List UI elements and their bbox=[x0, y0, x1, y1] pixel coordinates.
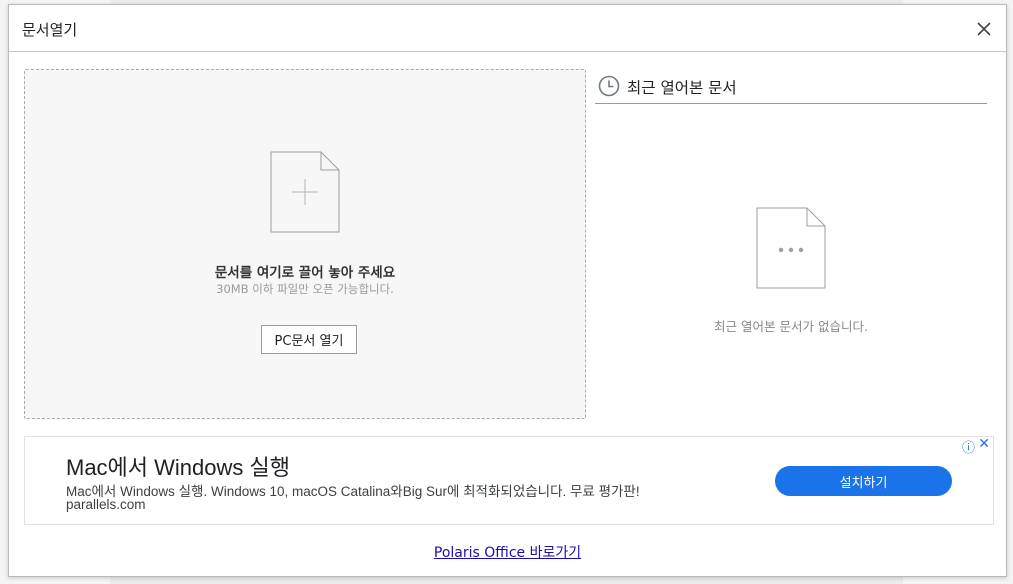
ad-description: Mac에서 Windows 실행. Windows 10, macOS Cata… bbox=[66, 484, 640, 499]
drop-zone-title: 문서를 여기로 끌어 놓아 주세요 bbox=[214, 265, 396, 281]
open-document-dialog: 문서열기 문서를 여기로 끌어 놓아 주세요 30MB 이하 파일만 오픈 가능… bbox=[8, 4, 1007, 577]
document-ellipsis-icon bbox=[756, 207, 826, 289]
install-button[interactable]: 설치하기 bbox=[775, 466, 952, 496]
close-icon[interactable] bbox=[974, 19, 994, 39]
clock-icon bbox=[598, 75, 620, 97]
ad-close-icon[interactable]: ✕ bbox=[978, 436, 990, 452]
recent-empty-message: 최근 열어본 문서가 없습니다. bbox=[714, 319, 868, 334]
dialog-header: 문서열기 bbox=[9, 5, 1006, 52]
recent-documents-header: 최근 열어본 문서 bbox=[595, 73, 987, 104]
dialog-title: 문서열기 bbox=[22, 21, 78, 39]
ad-title[interactable]: Mac에서 Windows 실행 bbox=[66, 450, 290, 482]
ad-info-icon[interactable]: ⓘ bbox=[962, 437, 975, 456]
open-pc-document-button[interactable]: PC문서 열기 bbox=[261, 325, 357, 354]
ad-url[interactable]: parallels.com bbox=[66, 497, 146, 512]
ad-banner[interactable]: Mac에서 Windows 실행 Mac에서 Windows 실행. Windo… bbox=[24, 436, 994, 525]
recent-documents-title: 최근 열어본 문서 bbox=[627, 79, 737, 97]
add-document-icon bbox=[270, 151, 340, 233]
file-drop-zone[interactable]: 문서를 여기로 끌어 놓아 주세요 30MB 이하 파일만 오픈 가능합니다. … bbox=[24, 69, 586, 419]
polaris-office-link[interactable]: Polaris Office 바로가기 bbox=[9, 542, 1006, 562]
drop-zone-subtitle: 30MB 이하 파일만 오픈 가능합니다. bbox=[216, 282, 394, 296]
